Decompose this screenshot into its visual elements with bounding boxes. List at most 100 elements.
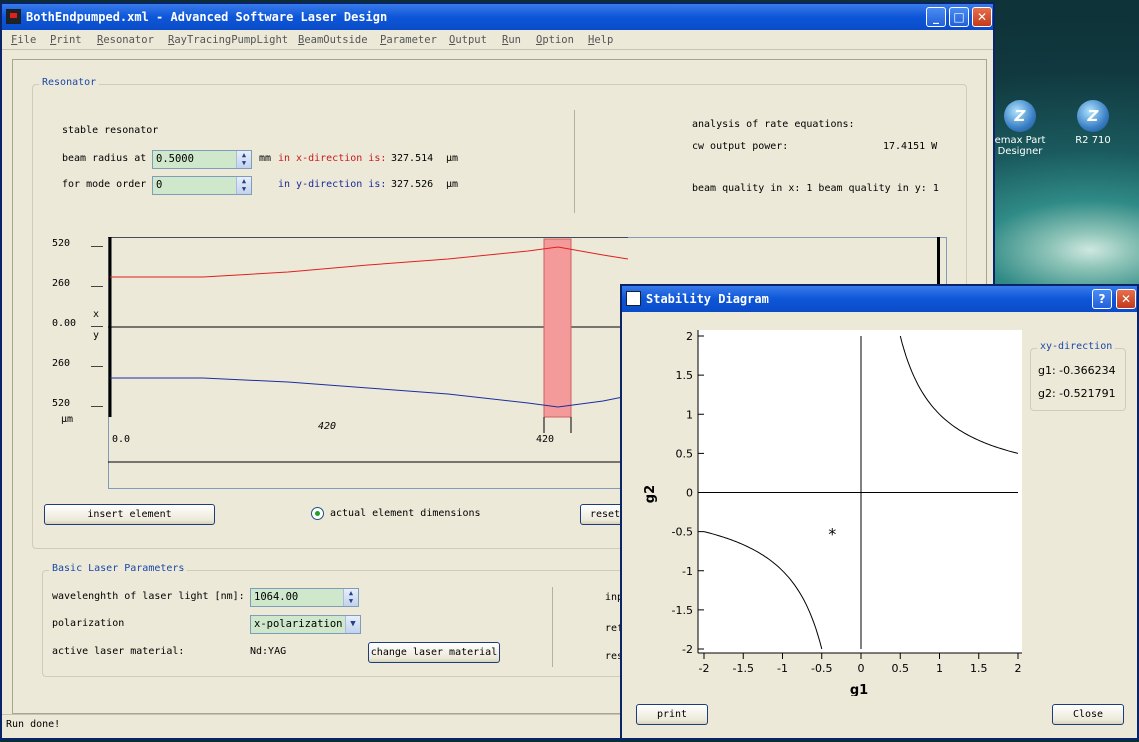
menu-beamoutside[interactable]: BeamOutside	[298, 30, 368, 50]
y-tick-label: 1	[686, 408, 693, 421]
mode-order-value: 0	[156, 179, 163, 191]
mode-order-input[interactable]: 0 ▲ ▼	[152, 176, 252, 195]
chevron-down-icon[interactable]: ▼	[345, 616, 360, 633]
change-material-button[interactable]: change laser material	[368, 642, 500, 663]
xy-direction-group: xy-direction g1: -0.366234 g2: -0.521791	[1030, 341, 1126, 411]
resonator-group-label: Resonator	[39, 77, 100, 88]
beam-profile-plot	[108, 237, 628, 463]
unit-um: µm	[446, 153, 459, 164]
help-button[interactable]: ?	[1092, 289, 1112, 309]
radio-dot-icon	[315, 511, 320, 516]
y-direction-label: in y-direction is:	[278, 179, 387, 190]
main-titlebar: BothEndpumped.xml - Advanced Software La…	[2, 4, 993, 30]
tick-mark	[91, 406, 103, 407]
menu-run[interactable]: Run	[502, 30, 521, 50]
app-icon	[6, 9, 21, 24]
x-tick-label: 1.5	[970, 662, 988, 675]
y-tick-label: -2	[682, 643, 693, 656]
material-value: Nd:YAG	[250, 646, 287, 657]
spin-arrows-icon[interactable]: ▲ ▼	[236, 177, 251, 194]
g1-value: g1: -0.366234	[1038, 364, 1116, 377]
wavelength-input[interactable]: 1064.00 ▲ ▼	[250, 588, 359, 607]
x-direction-label: in x-direction is:	[278, 153, 387, 164]
g2-value: g2: -0.521791	[1038, 387, 1116, 400]
stability-title: Stability Diagram	[646, 292, 769, 306]
plot-y-tick: 260	[52, 278, 71, 289]
y-tick-label: 0.5	[676, 447, 694, 460]
cw-output-label: cw output power:	[692, 141, 789, 152]
wavelength-label: wavelenghth of laser light [nm]:	[52, 591, 245, 602]
xy-direction-label: xy-direction	[1037, 341, 1116, 352]
maximize-button[interactable]: □	[949, 7, 969, 27]
basic-group-label: Basic Laser Parameters	[49, 563, 188, 574]
polarization-label: polarization	[52, 618, 125, 629]
tick-mark	[91, 366, 103, 367]
plot-x-tick: 0.0	[112, 434, 131, 445]
actual-dimensions-radio[interactable]	[311, 507, 324, 520]
menu-print[interactable]: Print	[50, 30, 82, 50]
plot-y-unit: µm	[61, 414, 74, 425]
polarization-select[interactable]: x-polarization ▼	[250, 615, 361, 634]
stability-close-icon[interactable]: ✕	[1116, 289, 1136, 309]
stability-plot-area	[698, 330, 1022, 653]
y-tick-label: 0	[686, 487, 693, 500]
print-button[interactable]: print	[636, 704, 708, 725]
menu-parameter[interactable]: Parameter	[380, 30, 437, 50]
y-tick-label: -0.5	[672, 526, 693, 539]
close-stability-button[interactable]: Close	[1052, 704, 1124, 725]
beam-radius-input[interactable]: 0.5000 ▲ ▼	[152, 150, 252, 169]
x-tick-label: 1	[936, 662, 943, 675]
material-label: active laser material:	[52, 646, 185, 657]
y-tick-label: 1.5	[676, 369, 694, 382]
status-bar: Run done!	[2, 714, 622, 738]
x-tick-label: -2	[699, 662, 710, 675]
stability-plot: -2 -2 -1.5 -1.5 -1 -1 -0.5 -0.5 0 0 0.5 0.5 1 1 1.5 1.5…	[643, 330, 1022, 696]
tick-mark	[91, 286, 103, 287]
plot-axis-y: y	[93, 330, 100, 341]
menu-file[interactable]: File	[11, 30, 36, 50]
g2-axis-label: g2	[643, 485, 658, 503]
rate-equations-title: analysis of rate equations:	[692, 119, 855, 130]
desktop-icon-label: R2 710	[1075, 135, 1111, 146]
menu-raytracing[interactable]: RayTracingPumpLight	[168, 30, 288, 50]
divider	[574, 110, 575, 213]
spin-arrows-icon[interactable]: ▲ ▼	[343, 589, 358, 606]
unit-mm: mm	[259, 153, 272, 164]
beam-radius-label: beam radius at	[62, 153, 147, 164]
menu-output[interactable]: Output	[449, 30, 487, 50]
zemax-icon: Z	[1004, 100, 1036, 132]
plot-y-tick: 520	[52, 238, 71, 249]
plot-y-tick: 0.00	[52, 318, 77, 329]
plot-length-label: 420	[318, 421, 337, 432]
mode-order-label: for mode order	[62, 179, 147, 190]
menu-bar: File Print Resonator RayTracingPumpLight…	[2, 30, 993, 50]
close-button[interactable]: ✕	[972, 7, 992, 27]
resonator-type: stable resonator	[62, 125, 159, 136]
x-tick-label: -1.5	[733, 662, 754, 675]
menu-help[interactable]: Help	[588, 30, 613, 50]
desktop-icon-r2[interactable]: Z R2 710	[1063, 100, 1123, 146]
desktop-icon-label: Designer	[997, 146, 1043, 157]
unit-um: µm	[446, 179, 459, 190]
minimize-button[interactable]: _	[926, 7, 946, 27]
laser-crystal	[543, 238, 572, 418]
desktop-icon-zemax[interactable]: Z emax Part Designer	[990, 100, 1050, 157]
x-tick-label: 2	[1015, 662, 1022, 675]
plot-y-tick: 260	[52, 358, 71, 369]
x-tick-label: -1	[777, 662, 788, 675]
menu-resonator[interactable]: Resonator	[97, 30, 154, 50]
y-direction-value: 327.526	[391, 179, 434, 190]
insert-element-button[interactable]: insert element	[44, 504, 215, 525]
x-tick-label: 0.5	[892, 662, 910, 675]
divider	[552, 587, 553, 667]
spin-arrows-icon[interactable]: ▲ ▼	[236, 151, 251, 168]
operating-point-marker: *	[828, 524, 836, 543]
actual-dimensions-label: actual element dimensions	[330, 508, 481, 519]
x-tick-label: -0.5	[811, 662, 832, 675]
cw-output-value: 17.4151 W	[883, 141, 938, 152]
x-direction-value: 327.514	[391, 153, 434, 164]
beam-quality: beam quality in x: 1 beam quality in y: …	[692, 183, 939, 194]
plot-x-tick: 420	[536, 434, 555, 445]
menu-option[interactable]: Option	[536, 30, 574, 50]
stability-titlebar: Stability Diagram ? ✕	[622, 286, 1137, 312]
